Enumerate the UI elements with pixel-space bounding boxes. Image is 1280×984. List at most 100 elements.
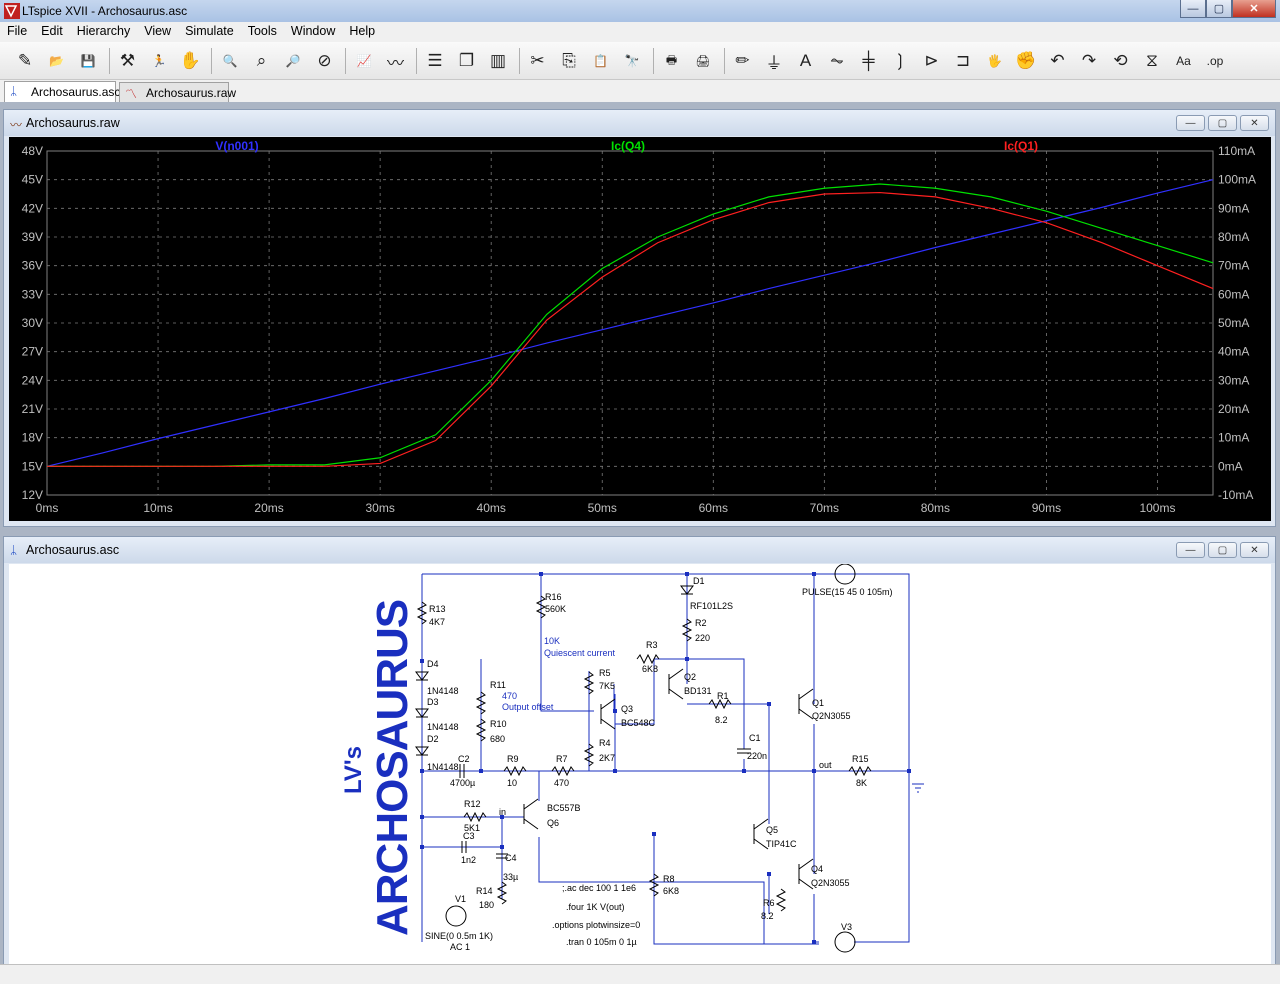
legend-vn001: V(n001) <box>215 139 258 153</box>
label-r16: R16 <box>545 592 562 602</box>
label-q3: Q3 <box>621 704 633 714</box>
plot-minimize-button[interactable]: — <box>1176 115 1205 131</box>
capacitor-icon[interactable]: ╪ <box>856 48 882 74</box>
label-q4-part: Q2N3055 <box>811 878 850 888</box>
resistors <box>416 595 872 912</box>
cancel-zoom-icon[interactable]: ⊘ <box>312 48 338 74</box>
schematic-minimize-button[interactable]: — <box>1176 542 1205 558</box>
plot-window-titlebar[interactable]: 〰 Archosaurus.raw — ▢ ✕ <box>4 110 1275 136</box>
label-v3: V3 <box>841 922 852 932</box>
drag-icon[interactable]: ✊ <box>1013 48 1039 74</box>
x-tick-label: 90ms <box>1032 501 1061 515</box>
label-c4: C4 <box>505 853 517 863</box>
tile-horizontal-icon[interactable]: ☰ <box>422 48 448 74</box>
move-icon[interactable]: 🖐 <box>982 48 1008 74</box>
copy-icon[interactable]: ⎘ <box>556 48 582 74</box>
component-icon[interactable]: ⊐ <box>950 48 976 74</box>
tile-vertical-icon[interactable]: ▥ <box>485 48 511 74</box>
toolbar-separator <box>416 48 417 74</box>
maximize-button[interactable]: ▢ <box>1206 0 1232 18</box>
fft-icon[interactable]: 〰 <box>383 48 409 74</box>
toolbar-separator <box>108 48 110 74</box>
y-tick-label-right: 110mA <box>1218 144 1255 158</box>
directive-ac[interactable]: ;.ac dec 100 1 1e6 <box>562 883 636 893</box>
diode-icon[interactable]: ⊳ <box>919 48 945 74</box>
save-icon[interactable]: 💾 <box>75 48 101 74</box>
y-tick-label-right: 30mA <box>1218 373 1249 387</box>
label-r5: R5 <box>599 668 611 678</box>
y-tick-label-right: 0mA <box>1218 459 1243 473</box>
text-icon[interactable]: Aa <box>1171 48 1197 74</box>
cut-icon[interactable]: ✂ <box>525 48 551 74</box>
close-button[interactable]: ✕ <box>1232 0 1276 18</box>
rotate-icon[interactable]: ⟲ <box>1108 48 1134 74</box>
label-d2-part: 1N4148 <box>427 762 459 772</box>
minimize-button[interactable]: — <box>1180 0 1206 18</box>
window-controls: — ▢ ✕ <box>1180 0 1276 18</box>
menu-file[interactable]: File <box>0 22 34 38</box>
menu-edit[interactable]: Edit <box>34 22 70 38</box>
y-tick-label-left: 12V <box>22 488 43 502</box>
paste-icon[interactable]: 📋 <box>588 48 614 74</box>
directive-four[interactable]: .four 1K V(out) <box>566 902 625 912</box>
halt-icon[interactable]: ✋ <box>178 48 204 74</box>
y-tick-label-right: 10mA <box>1218 431 1249 445</box>
spice-directives[interactable]: ;.ac dec 100 1 1e6 .four 1K V(out) .opti… <box>552 883 640 947</box>
redo-icon[interactable]: ↷ <box>1076 48 1102 74</box>
new-schematic-icon[interactable]: ✎ <box>12 48 38 74</box>
control-panel-icon[interactable]: ⚒ <box>115 48 141 74</box>
menu-simulate[interactable]: Simulate <box>178 22 241 38</box>
print-setup-icon[interactable]: 🖨 <box>690 48 716 74</box>
undo-icon[interactable]: ↶ <box>1045 48 1071 74</box>
tab-waveform[interactable]: 〽 Archosaurus.raw <box>119 82 236 102</box>
open-icon[interactable]: 📂 <box>44 48 70 74</box>
label-q4: Q4 <box>811 864 823 874</box>
cascade-icon[interactable]: ❐ <box>454 48 480 74</box>
label-c2-val: 4700µ <box>450 778 475 788</box>
x-tick-label: 10ms <box>143 501 172 515</box>
plot-maximize-button[interactable]: ▢ <box>1208 115 1237 131</box>
tab-schematic[interactable]: ᛦ Archosaurus.asc <box>4 81 120 102</box>
zoom-out-icon[interactable]: 🔎 <box>280 48 306 74</box>
schematic-close-button[interactable]: ✕ <box>1240 542 1269 558</box>
inductor-icon[interactable]: ❳ <box>887 48 913 74</box>
directive-tran[interactable]: .tran 0 105m 0 1µ <box>566 937 637 947</box>
label-r4-val: 2K7 <box>599 753 615 763</box>
pencil-icon[interactable]: ✏ <box>730 48 756 74</box>
label-r9: R9 <box>507 754 519 764</box>
label-q1-part: Q2N3055 <box>812 711 851 721</box>
plot-close-button[interactable]: ✕ <box>1240 115 1269 131</box>
label-d4-part: 1N4148 <box>427 686 459 696</box>
menu-hierarchy[interactable]: Hierarchy <box>70 22 138 38</box>
label-d2: D2 <box>427 734 439 744</box>
resistor-icon[interactable]: ⏦ <box>824 48 850 74</box>
label-r6: R6 <box>763 898 775 908</box>
ground-symbol <box>912 783 924 793</box>
ground-icon[interactable]: ⏚ <box>761 48 787 74</box>
print-icon[interactable]: 🖶 <box>659 48 685 74</box>
series-line-vn001 <box>46 179 1214 467</box>
zoom-in-icon[interactable]: 🔍 <box>217 48 243 74</box>
series-line-icq4 <box>47 183 1214 467</box>
find-icon[interactable]: 🔭 <box>619 48 645 74</box>
schematic-icon: ᛦ <box>10 543 18 557</box>
schematic-window-titlebar[interactable]: ᛦ Archosaurus.asc — ▢ ✕ <box>4 537 1275 563</box>
directive-options[interactable]: .options plotwinsize=0 <box>552 920 640 930</box>
y-tick-label-left: 24V <box>22 373 43 387</box>
menu-tools[interactable]: Tools <box>241 22 284 38</box>
label-quiescent: Quiescent current <box>544 648 616 658</box>
schematic-canvas[interactable]: ARCHOSAURUS LV's R13 4K7 D4 1N4148 D3 1N… <box>9 563 1271 966</box>
label-r10: R10 <box>490 719 507 729</box>
run-icon[interactable]: 🏃 <box>146 48 172 74</box>
menu-view[interactable]: View <box>137 22 178 38</box>
spice-directive-icon[interactable]: .op <box>1202 48 1228 74</box>
autorange-icon[interactable]: 📈 <box>351 48 377 74</box>
menu-window[interactable]: Window <box>284 22 342 38</box>
schematic-maximize-button[interactable]: ▢ <box>1208 542 1237 558</box>
mirror-icon[interactable]: ⧖ <box>1139 48 1165 74</box>
menu-help[interactable]: Help <box>342 22 382 38</box>
zoom-fit-icon[interactable]: ⌕ <box>249 48 275 74</box>
plot-area[interactable]: 48V 110mA 45V 100mA 42V 90mA 39V 80mA 36V 70mA 33V… <box>9 137 1271 521</box>
label-out: out <box>819 760 832 770</box>
label-icon[interactable]: A <box>793 48 819 74</box>
